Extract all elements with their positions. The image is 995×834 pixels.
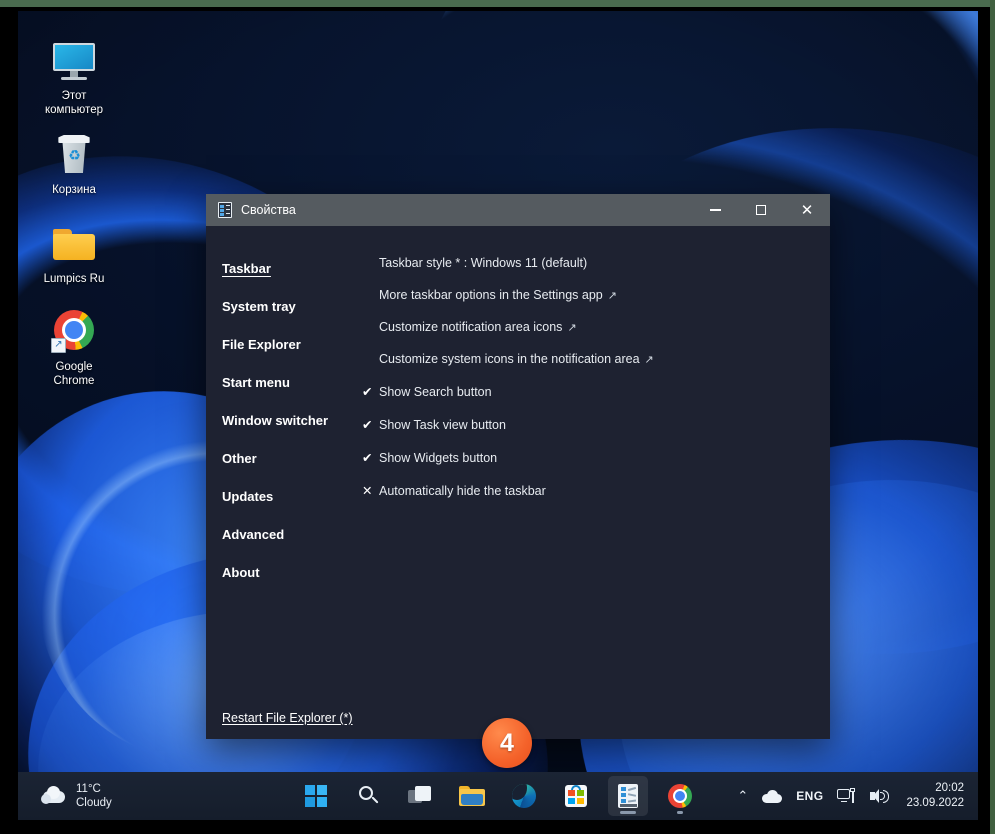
minimize-button[interactable] bbox=[692, 194, 738, 226]
microsoft-edge-button[interactable] bbox=[504, 776, 544, 816]
cloud-icon bbox=[762, 789, 783, 803]
task-view-button[interactable] bbox=[400, 776, 440, 816]
running-indicator bbox=[620, 811, 636, 814]
start-button[interactable] bbox=[296, 776, 336, 816]
desktop-icon-lumpics-folder[interactable]: Lumpics Ru bbox=[22, 220, 126, 287]
taskbar[interactable]: 11°C Cloudy ⌃ ENG 20:02 23.09.2022 bbox=[18, 772, 978, 820]
windows-start-icon bbox=[305, 785, 327, 807]
row-label: Show Search button bbox=[379, 385, 492, 399]
desktop-icon-label: Lumpics Ru bbox=[43, 272, 105, 285]
external-link-icon: ↗ bbox=[567, 322, 577, 334]
explorer-patcher-properties-button[interactable] bbox=[608, 776, 648, 816]
monitor-icon bbox=[50, 37, 98, 85]
minimize-icon bbox=[709, 209, 721, 211]
nav-item-updates[interactable]: Updates bbox=[222, 489, 273, 504]
external-link-icon: ↗ bbox=[607, 290, 617, 302]
link-customize-system-icons[interactable]: Customize system icons in the notificati… bbox=[362, 352, 830, 366]
nav-item-taskbar[interactable]: Taskbar bbox=[222, 261, 271, 276]
close-button[interactable]: ✕ bbox=[784, 194, 830, 226]
setting-taskbar-style[interactable]: Taskbar style * : Windows 11 (default) bbox=[362, 256, 830, 270]
properties-window[interactable]: Свойства ✕ Taskbar System tray File Expl… bbox=[206, 194, 830, 739]
capture-border-right bbox=[990, 0, 995, 834]
desktop-icon-google-chrome[interactable]: ↗ Google Chrome bbox=[22, 308, 126, 388]
toggle-show-task-view-button[interactable]: ✔ Show Task view button bbox=[362, 417, 830, 432]
settings-nav: Taskbar System tray File Explorer Start … bbox=[206, 226, 356, 739]
chrome-icon: ↗ bbox=[50, 308, 98, 356]
window-body: Taskbar System tray File Explorer Start … bbox=[206, 226, 830, 739]
taskbar-center-buttons bbox=[18, 776, 978, 816]
properties-icon bbox=[618, 784, 638, 808]
link-more-taskbar-options[interactable]: More taskbar options in the Settings app… bbox=[362, 288, 830, 302]
properties-icon bbox=[218, 202, 232, 218]
recycle-bin-icon: ♻ bbox=[50, 131, 98, 179]
row-label: Automatically hide the taskbar bbox=[379, 484, 546, 498]
maximize-button[interactable] bbox=[738, 194, 784, 226]
nav-item-file-explorer[interactable]: File Explorer bbox=[222, 337, 301, 352]
close-icon: ✕ bbox=[800, 201, 814, 219]
search-button[interactable] bbox=[348, 776, 388, 816]
search-icon bbox=[357, 785, 379, 807]
maximize-icon bbox=[756, 205, 766, 215]
row-label: Customize system icons in the notificati… bbox=[379, 352, 640, 366]
desktop-icon-this-pc[interactable]: Этот компьютер bbox=[22, 37, 126, 117]
row-label: Show Task view button bbox=[379, 418, 506, 432]
settings-pane: Taskbar style * : Windows 11 (default) M… bbox=[356, 226, 830, 739]
capture-border-top bbox=[0, 0, 995, 7]
row-label: Taskbar style * : Windows 11 (default) bbox=[379, 256, 588, 270]
check-icon: ✔ bbox=[362, 418, 373, 432]
restart-file-explorer-link[interactable]: Restart File Explorer (*) bbox=[222, 711, 353, 725]
nav-item-system-tray[interactable]: System tray bbox=[222, 299, 296, 314]
nav-item-advanced[interactable]: Advanced bbox=[222, 527, 284, 542]
link-customize-notification-area-icons[interactable]: Customize notification area icons ↗ bbox=[362, 320, 830, 334]
nav-item-window-switcher[interactable]: Window switcher bbox=[222, 413, 328, 428]
nav-item-other[interactable]: Other bbox=[222, 451, 257, 466]
nav-item-start-menu[interactable]: Start menu bbox=[222, 375, 290, 390]
microsoft-store-button[interactable] bbox=[556, 776, 596, 816]
running-indicator bbox=[677, 811, 683, 814]
step-badge: 4 bbox=[482, 718, 532, 768]
external-link-icon: ↗ bbox=[644, 354, 654, 366]
store-icon bbox=[565, 785, 587, 807]
desktop-icon-label: Google Chrome bbox=[53, 361, 95, 387]
file-explorer-icon bbox=[459, 785, 485, 807]
edge-icon bbox=[512, 784, 536, 808]
screen: Этот компьютер ♻ Корзина Lumpics Ru ↗ Go… bbox=[0, 0, 995, 834]
desktop-icon-label: Корзина bbox=[52, 184, 96, 196]
folder-icon bbox=[50, 220, 98, 268]
row-label: More taskbar options in the Settings app bbox=[379, 288, 603, 302]
window-title: Свойства bbox=[241, 203, 296, 217]
toggle-show-widgets-button[interactable]: ✔ Show Widgets button bbox=[362, 450, 830, 465]
desktop-icon-grid: Этот компьютер ♻ Корзина Lumpics Ru ↗ Go… bbox=[22, 19, 132, 402]
file-explorer-button[interactable] bbox=[452, 776, 492, 816]
check-icon: ✔ bbox=[362, 451, 373, 465]
volume-icon bbox=[870, 788, 890, 804]
row-label: Show Widgets button bbox=[379, 451, 498, 465]
toggle-show-search-button[interactable]: ✔ Show Search button bbox=[362, 384, 830, 399]
desktop-icon-recycle-bin[interactable]: ♻ Корзина bbox=[22, 131, 126, 198]
toggle-auto-hide-taskbar[interactable]: ✕ Automatically hide the taskbar bbox=[362, 483, 830, 498]
network-icon bbox=[837, 788, 856, 804]
cross-icon: ✕ bbox=[362, 484, 373, 498]
chrome-taskbar-button[interactable] bbox=[660, 776, 700, 816]
task-view-icon bbox=[408, 786, 432, 806]
nav-item-about[interactable]: About bbox=[222, 565, 260, 580]
window-title-bar[interactable]: Свойства ✕ bbox=[206, 194, 830, 226]
desktop-icon-label: Этот компьютер bbox=[45, 90, 103, 116]
check-icon: ✔ bbox=[362, 385, 373, 399]
row-label: Customize notification area icons bbox=[379, 320, 563, 334]
chrome-icon bbox=[668, 784, 692, 808]
shortcut-arrow-icon: ↗ bbox=[51, 338, 66, 353]
